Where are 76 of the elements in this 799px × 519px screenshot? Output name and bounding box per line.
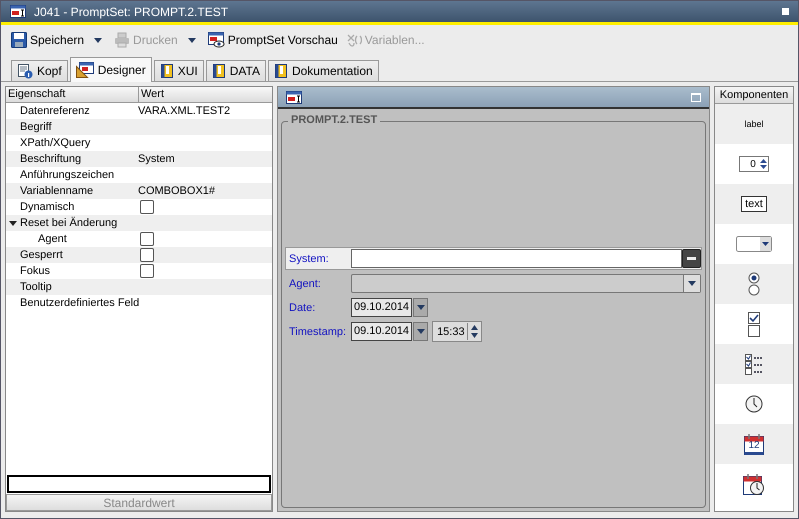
toolbar-button[interactable]: Speichern [9,30,86,50]
property-name: Variablenname [20,185,94,197]
agent-combobox[interactable] [351,274,701,293]
combobox-component[interactable] [736,236,772,252]
group-title: PROMPT.2.TEST [288,114,380,126]
document-info-icon [17,63,33,79]
property-name: Anführungszeichen [20,169,114,181]
variables-icon [346,32,362,48]
property-name: Datenreferenz [20,105,90,117]
field-row[interactable]: Date: 09.10.2014 [286,297,701,318]
toolbar-button[interactable]: PromptSet Vorschau [206,30,340,50]
property-name: Beschriftung [20,153,82,165]
form-window-icon [286,90,302,104]
tab[interactable]: XUI [154,60,204,81]
tab[interactable]: DATA [206,60,266,81]
tab[interactable]: Kopf [11,60,68,81]
dropdown-caret-icon[interactable] [94,38,102,42]
field-label: Agent: [288,278,322,290]
property-value: COMBOBOX1# [137,185,216,197]
spinner-arrows-icon [470,324,479,339]
property-value: System [137,153,175,165]
property-name: Begriff [20,121,52,133]
calendar-clock-component[interactable] [743,473,765,495]
window-icon [10,5,26,18]
calendar-component[interactable]: 12 [744,433,764,455]
spinner-component[interactable]: 0 [739,156,769,172]
checkbox[interactable] [140,264,154,278]
property-name: Tooltip [20,281,52,293]
property-name: Benutzerdefiniertes Feld [20,297,140,309]
date-field[interactable]: 09.10.2014 [351,298,412,317]
book-icon [160,63,174,79]
remove-button[interactable] [682,249,701,268]
date-dropdown-button[interactable] [413,322,428,341]
textbox-component[interactable]: text [741,196,767,212]
label-component[interactable]: label [744,119,764,129]
book-icon [212,63,226,79]
book-icon [274,63,288,79]
window-eye-icon [208,32,225,48]
property-name: Reset bei Änderung [20,217,118,229]
date-field[interactable]: 09.10.2014 [351,322,412,341]
caret-icon [688,281,696,286]
field-label: Date: [288,302,316,314]
caret-icon [416,305,425,310]
property-name: Fokus [20,265,50,277]
printer-icon [114,32,130,48]
column-header[interactable]: Eigenschaft [6,87,139,102]
components-header: Komponenten [715,87,793,104]
checkbox[interactable] [140,248,154,262]
date-dropdown-button[interactable] [413,298,428,317]
spinner-arrows-icon [758,157,768,171]
checklist-component[interactable] [745,354,763,374]
selected-field-row[interactable]: System: [285,247,702,270]
field-row[interactable]: Agent: [286,273,701,294]
checkbox[interactable] [140,200,154,214]
field-row[interactable]: Timestamp: 09.10.2014 15:33 [286,321,701,342]
field-label: Timestamp: [288,326,348,338]
property-name: XPath/XQuery [20,137,90,149]
property-name: Agent [38,233,67,245]
system-input[interactable] [351,249,682,268]
window-title: J041 - PromptSet: PROMPT.2.TEST [34,4,228,18]
checkbox[interactable] [140,232,154,246]
default-value-input[interactable] [7,475,271,493]
checkboxes-component[interactable] [748,312,760,336]
property-value: VARA.XML.TEST2 [137,105,230,117]
clock-component[interactable] [745,395,763,413]
window-ruler-icon [76,62,94,78]
radio-buttons-component[interactable] [748,272,760,296]
property-name: Gesperrt [20,249,63,261]
column-header[interactable]: Wert [139,87,164,102]
caret-icon [416,329,425,334]
tab[interactable]: Dokumentation [268,60,379,81]
expanded-arrow-icon[interactable] [9,219,17,227]
tab[interactable]: Designer [70,57,152,82]
property-name: Dynamisch [20,201,74,213]
field-label: System: [288,252,330,264]
time-field[interactable]: 15:33 [432,321,482,342]
